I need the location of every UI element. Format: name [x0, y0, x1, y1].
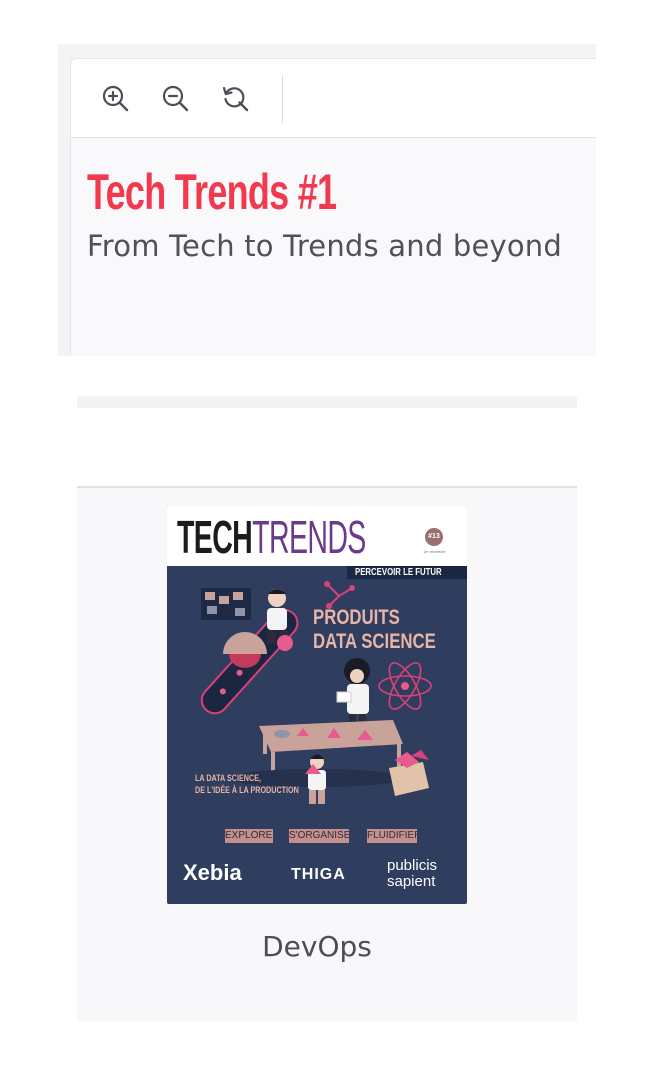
reset-zoom-icon: [222, 86, 249, 112]
magazine-cover[interactable]: TECHTRENDS #13 1er trimestre PERCEVOIR L…: [167, 506, 467, 904]
magazine-card[interactable]: TECHTRENDS #13 1er trimestre PERCEVOIR L…: [77, 488, 577, 1022]
document-subtitle: From Tech to Trends and beyond: [87, 229, 562, 263]
cover-illustration: [200, 581, 432, 804]
viewer-content: Tech Trends #1 From Tech to Trends and b…: [70, 58, 596, 356]
xebia-logo: Xebia: [183, 860, 242, 885]
cover-tagline: LA DATA SCIENCE, DE L'IDÉE À LA PRODUCTI…: [195, 773, 299, 795]
reset-zoom-button[interactable]: [218, 81, 252, 115]
viewer-toolbar: [71, 59, 596, 138]
zoom-in-button[interactable]: [98, 81, 132, 115]
cover-pill-explorer: EXPLORER: [225, 829, 273, 843]
publicis-sapient-logo: publicis sapient: [387, 857, 438, 890]
card-header: [77, 408, 577, 488]
document-viewer: Tech Trends #1 From Tech to Trends and b…: [58, 44, 596, 356]
card-caption[interactable]: DevOps: [77, 930, 557, 963]
document-title: Tech Trends #1: [87, 164, 337, 220]
cover-pill-sorganiser: S'ORGANISER: [289, 829, 349, 843]
zoom-out-icon: [162, 85, 189, 112]
cover-headline: PRODUITS DATA SCIENCE: [313, 606, 436, 653]
toolbar-divider: [282, 75, 283, 123]
thiga-logo: THIGA: [291, 866, 346, 883]
cover-pill-fluidifier: FLUIDIFIER: [367, 829, 417, 843]
card-top-strip: [77, 396, 577, 408]
zoom-in-icon: [102, 85, 129, 112]
zoom-out-button[interactable]: [158, 81, 192, 115]
